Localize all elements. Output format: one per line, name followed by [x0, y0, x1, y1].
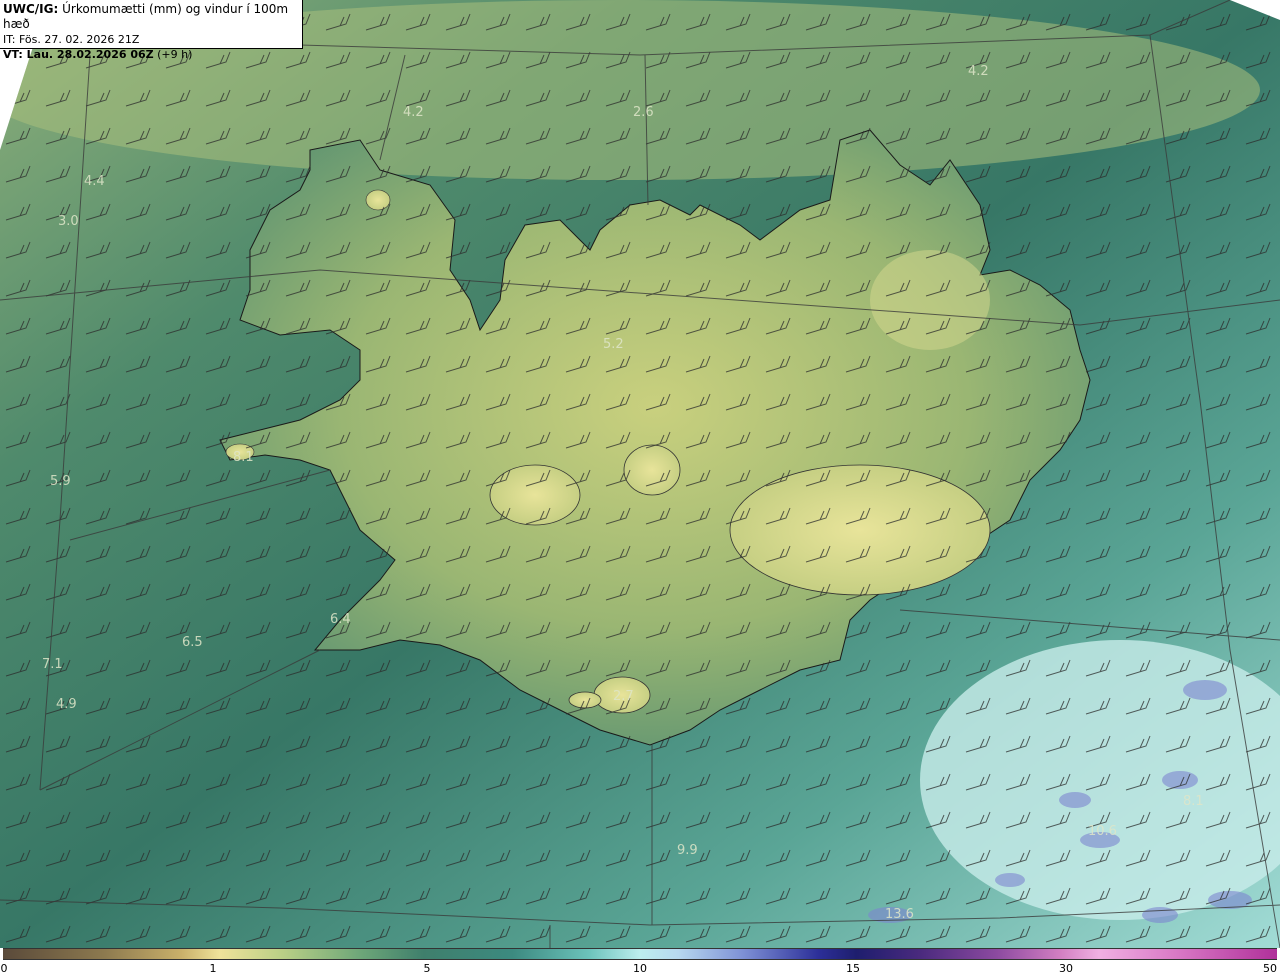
wind-barbs	[0, 0, 1280, 948]
value-label: 5.9	[50, 474, 71, 489]
model-name: UWC/IG:	[3, 2, 59, 16]
colorbar-tick: 0	[0, 962, 8, 975]
colorbar-tick: 50	[1263, 962, 1277, 975]
value-label: 13.6	[885, 907, 914, 922]
value-label: 10.6	[1088, 824, 1117, 839]
value-label: 8.1	[233, 450, 254, 465]
valid-time-line: VT: Lau. 28.02.2026 06Z (+9 h)	[3, 47, 299, 62]
value-label: 2.7	[613, 689, 634, 704]
value-label: 3.0	[58, 214, 79, 229]
forecast-hour: (+9 h)	[157, 48, 193, 61]
value-label: 5.2	[603, 337, 624, 352]
value-label: 4.9	[56, 697, 77, 712]
colorbar	[3, 948, 1277, 960]
value-label: 4.4	[84, 174, 105, 189]
value-label: 4.2	[403, 105, 424, 120]
colorbar-tick: 10	[633, 962, 647, 975]
value-label: 2.6	[633, 105, 654, 120]
valid-time: VT: Lau. 28.02.2026 06Z	[3, 48, 154, 61]
colorbar-tick: 30	[1059, 962, 1073, 975]
value-label: 9.9	[677, 843, 698, 858]
colorbar-tick: 1	[209, 962, 217, 975]
map-title-box: UWC/IG: Úrkomumætti (mm) og vindur í 100…	[0, 0, 303, 61]
precipitation-map: 4.2 2.6 4.2 4.4 3.0 5.2 5.9 6.4 6.5 7.1 …	[0, 0, 1280, 948]
value-label: 6.5	[182, 635, 203, 650]
value-label: 4.2	[968, 64, 989, 79]
value-label: 6.4	[330, 612, 351, 627]
colorbar-tick: 5	[423, 962, 431, 975]
init-time: IT: Fös. 27. 02. 2026 21Z	[3, 33, 140, 46]
value-label: 8.1	[1183, 794, 1204, 809]
colorbar-tick: 15	[846, 962, 860, 975]
value-label: 7.1	[42, 657, 63, 672]
title-line: UWC/IG: Úrkomumætti (mm) og vindur í 100…	[3, 2, 299, 32]
